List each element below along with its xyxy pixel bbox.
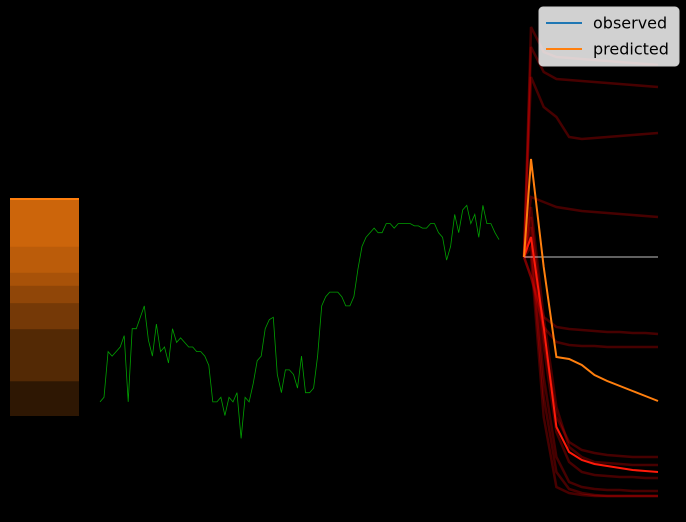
legend: observed predicted [538, 6, 680, 67]
legend-label-observed: observed [593, 14, 667, 33]
distribution-bands [10, 198, 79, 416]
chart-background [0, 0, 686, 522]
legend-label-predicted: predicted [593, 40, 669, 59]
chart: observed predicted [0, 0, 686, 522]
distribution-band [10, 199, 79, 247]
